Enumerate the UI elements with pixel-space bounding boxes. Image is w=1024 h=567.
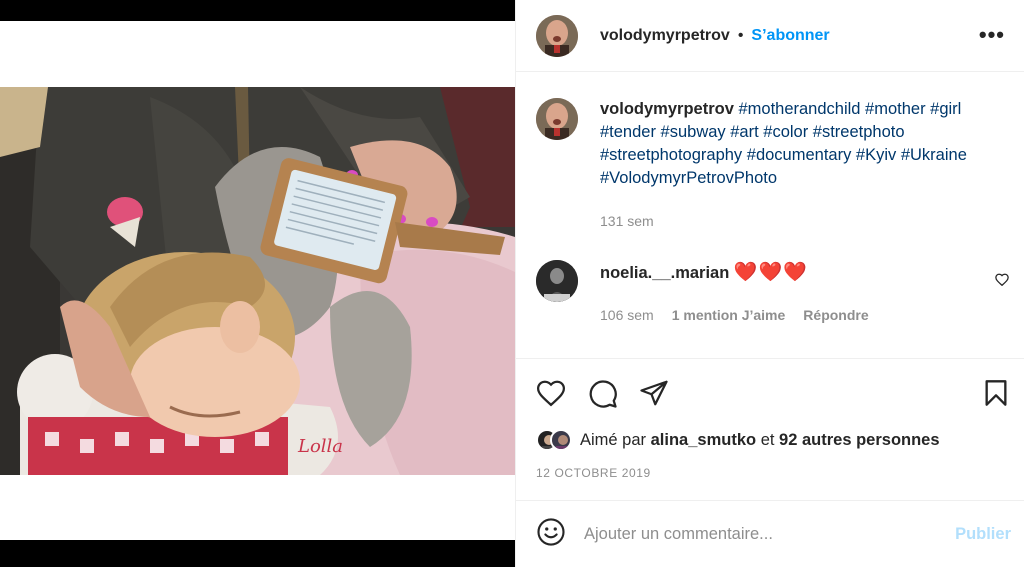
speech-bubble-icon[interactable] bbox=[588, 379, 618, 414]
paper-plane-icon[interactable] bbox=[639, 379, 669, 412]
svg-text:Lolla: Lolla bbox=[297, 436, 343, 457]
letterbox-bottom bbox=[0, 540, 515, 567]
post-dialog: Lolla volodymyrpetrov • S’abonner ••• vo… bbox=[0, 0, 1024, 567]
post-side-panel: volodymyrpetrov • S’abonner ••• volodymy… bbox=[515, 0, 1024, 567]
smiley-icon[interactable] bbox=[536, 517, 566, 552]
liker-username[interactable]: alina_smutko bbox=[651, 431, 756, 449]
comment-input[interactable] bbox=[584, 524, 924, 544]
commenter-avatar[interactable] bbox=[536, 260, 578, 302]
reply-button[interactable]: Répondre bbox=[803, 307, 868, 323]
post-date[interactable]: 12 OCTOBRE 2019 bbox=[536, 466, 651, 480]
caption-author[interactable]: volodymyrpetrov bbox=[600, 100, 734, 118]
comment-author[interactable]: noelia.__.marian bbox=[600, 264, 729, 282]
header-separator: • bbox=[737, 26, 744, 44]
comment-meta: 106 sem 1 mention J’aime Répondre bbox=[600, 307, 869, 323]
comment: noelia.__.marian ❤️❤️❤️ bbox=[536, 260, 1006, 302]
caption: volodymyrpetrov #motherandchild #mother … bbox=[536, 98, 1006, 190]
letterbox-top bbox=[0, 0, 515, 21]
caption-author-avatar[interactable] bbox=[536, 98, 578, 140]
caption-text: volodymyrpetrov #motherandchild #mother … bbox=[600, 98, 1006, 190]
likes-prefix: Aimé par bbox=[580, 430, 647, 449]
post-actions: Aimé par alina_smutko et 92 autres perso… bbox=[516, 358, 1024, 500]
caption-timestamp[interactable]: 131 sem bbox=[600, 213, 654, 229]
media-pane: Lolla bbox=[0, 0, 515, 567]
comment-composer: Publier bbox=[516, 500, 1024, 567]
author-username[interactable]: volodymyrpetrov bbox=[600, 27, 730, 45]
liker-avatar[interactable] bbox=[550, 429, 572, 451]
post-header: volodymyrpetrov • S’abonner ••• bbox=[516, 0, 1024, 72]
bookmark-icon[interactable] bbox=[984, 379, 1008, 412]
likes-others-count[interactable]: 92 autres personnes bbox=[779, 431, 940, 449]
more-options-icon[interactable]: ••• bbox=[979, 22, 1005, 48]
likes-text: Aimé par alina_smutko et 92 autres perso… bbox=[580, 431, 940, 450]
comment-text: noelia.__.marian ❤️❤️❤️ bbox=[600, 260, 808, 302]
comment-timestamp[interactable]: 106 sem bbox=[600, 307, 654, 323]
publish-button[interactable]: Publier bbox=[955, 525, 1011, 544]
likes-summary: Aimé par alina_smutko et 92 autres perso… bbox=[536, 429, 940, 451]
comment-like-heart-icon[interactable] bbox=[995, 273, 1009, 291]
author-avatar[interactable] bbox=[536, 14, 578, 57]
likes-conjunction: et bbox=[760, 430, 775, 449]
comment-likes-count[interactable]: 1 mention J’aime bbox=[672, 307, 786, 323]
comment-body: ❤️❤️❤️ bbox=[733, 262, 808, 283]
like-heart-icon[interactable] bbox=[536, 379, 566, 412]
post-photo[interactable]: Lolla bbox=[0, 87, 515, 475]
follow-button[interactable]: S’abonner bbox=[751, 27, 829, 45]
